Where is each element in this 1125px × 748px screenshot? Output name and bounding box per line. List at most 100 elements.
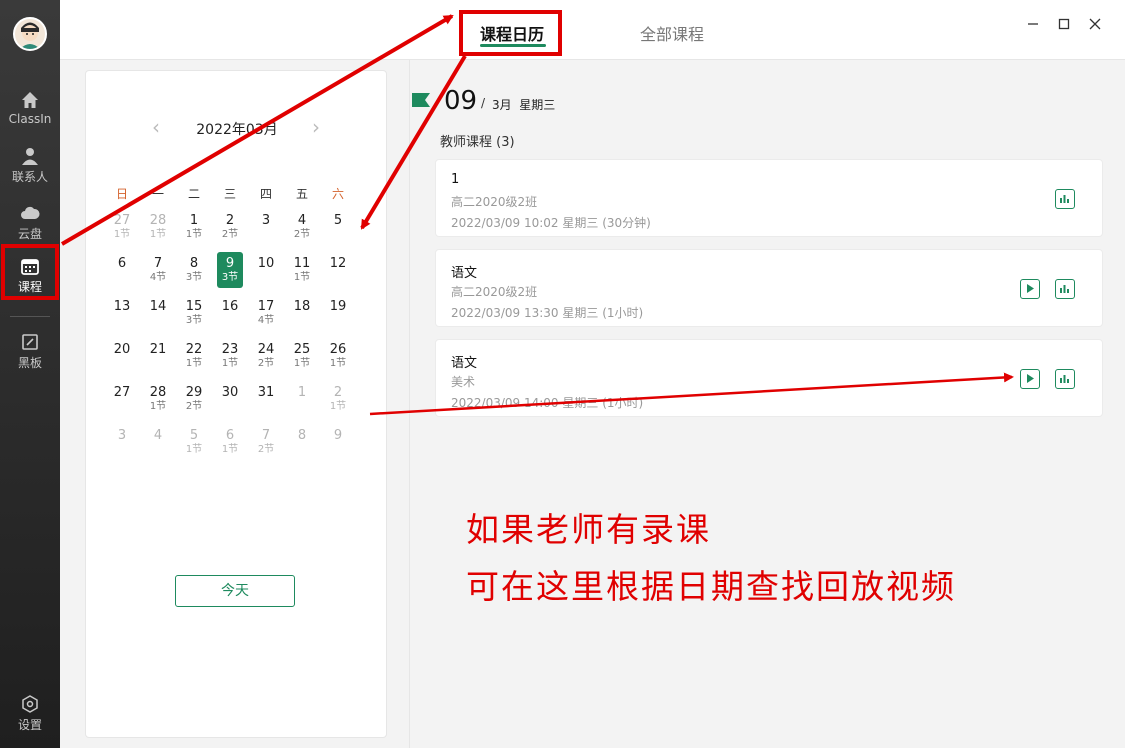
sidebar-item-blackboard[interactable]: 黑板	[0, 326, 60, 376]
calendar-day[interactable]: 8 3节	[181, 252, 207, 288]
calendar-day[interactable]: 5	[325, 209, 351, 245]
calendar-day[interactable]: 28 1节	[145, 209, 171, 245]
lesson-count: 1节	[329, 358, 347, 369]
stats-button[interactable]	[1055, 279, 1075, 299]
day-number: 7	[153, 256, 163, 271]
day-number: 17	[257, 299, 275, 314]
day-number: 9	[333, 428, 343, 443]
calendar-day[interactable]: 22 1节	[181, 338, 207, 374]
tab-course-calendar[interactable]: 课程日历	[480, 21, 544, 45]
day-number: 8	[189, 256, 199, 271]
lesson-count: 1节	[185, 444, 203, 455]
calendar-day[interactable]: 15 3节	[181, 295, 207, 331]
lesson-count: 4节	[257, 315, 275, 326]
calendar-day[interactable]: 12	[325, 252, 351, 288]
calendar-day[interactable]: 7 2节	[253, 424, 279, 460]
close-icon[interactable]	[1085, 14, 1105, 34]
day-number: 7	[261, 428, 271, 443]
calendar-day[interactable]: 6	[109, 252, 135, 288]
calendar-day[interactable]: 4 2节	[289, 209, 315, 245]
course-class: 高二2020级2班	[451, 195, 538, 209]
day-number: 28	[149, 213, 167, 228]
bar-chart-icon	[1060, 195, 1069, 203]
calendar-day[interactable]: 7 4节	[145, 252, 171, 288]
calendar-day[interactable]: 13	[109, 295, 135, 331]
calendar-day[interactable]: 30	[217, 381, 243, 417]
calendar-day[interactable]: 1	[289, 381, 315, 417]
day-number: 26	[329, 342, 347, 357]
calendar-day[interactable]: 29 2节	[181, 381, 207, 417]
stats-button[interactable]	[1055, 189, 1075, 209]
day-number: 1	[189, 213, 199, 228]
calendar-day[interactable]: 2 1节	[325, 381, 351, 417]
panel-divider	[409, 60, 410, 748]
sidebar-item-classin[interactable]: ClassIn	[0, 84, 60, 134]
course-title: 语文	[451, 356, 478, 371]
sidebar-item-cloud[interactable]: 云盘	[0, 197, 60, 247]
sidebar-item-course[interactable]: 课程	[0, 250, 60, 300]
day-number: 15	[185, 299, 203, 314]
calendar-day[interactable]: 24 2节	[253, 338, 279, 374]
day-number: 22	[185, 342, 203, 357]
course-card[interactable]: 语文 高二2020级2班 2022/03/09 13:30 星期三 (1小时)	[435, 249, 1103, 327]
sidebar: ClassIn 联系人 云盘 课程 黑板 设置	[0, 0, 60, 748]
section-title: 教师课程 (3)	[440, 135, 515, 150]
calendar-day[interactable]: 27	[109, 381, 135, 417]
day-number: 4	[153, 428, 163, 443]
calendar-day[interactable]: 23 1节	[217, 338, 243, 374]
calendar-day-selected[interactable]: 9 3节	[217, 252, 243, 288]
sidebar-item-settings[interactable]: 设置	[0, 688, 60, 738]
course-card[interactable]: 1 高二2020级2班 2022/03/09 10:02 星期三 (30分钟)	[435, 159, 1103, 237]
play-icon	[1027, 284, 1034, 293]
calendar-day[interactable]: 18	[289, 295, 315, 331]
cloud-icon	[21, 206, 40, 219]
day-number: 3	[117, 428, 127, 443]
calendar-day[interactable]: 27 1节	[109, 209, 135, 245]
calendar-day[interactable]: 5 1节	[181, 424, 207, 460]
calendar-day[interactable]: 21	[145, 338, 171, 374]
calendar-day[interactable]: 16	[217, 295, 243, 331]
playback-button[interactable]	[1020, 279, 1040, 299]
calendar-day[interactable]: 20	[109, 338, 135, 374]
stats-button[interactable]	[1055, 369, 1075, 389]
calendar-day[interactable]: 19	[325, 295, 351, 331]
calendar-day[interactable]: 8	[289, 424, 315, 460]
calendar-day[interactable]: 3	[109, 424, 135, 460]
weekday-label: 三	[223, 187, 236, 201]
sidebar-divider	[10, 316, 50, 317]
tab-all-courses[interactable]: 全部课程	[640, 21, 704, 45]
course-card[interactable]: 语文 美术 2022/03/09 14:00 星期三 (1小时)	[435, 339, 1103, 417]
flag-icon	[412, 93, 430, 107]
lesson-count: 3节	[221, 272, 239, 283]
calendar-day[interactable]: 1 1节	[181, 209, 207, 245]
calendar-day[interactable]: 31	[253, 381, 279, 417]
calendar-day[interactable]: 11 1节	[289, 252, 315, 288]
user-avatar[interactable]	[13, 17, 47, 51]
weekday-label: 日	[115, 187, 128, 201]
maximize-icon[interactable]	[1054, 14, 1074, 34]
bar-chart-icon	[1060, 375, 1069, 383]
calendar-day[interactable]: 28 1节	[145, 381, 171, 417]
playback-button[interactable]	[1020, 369, 1040, 389]
sidebar-item-contacts[interactable]: 联系人	[0, 140, 60, 190]
calendar-day[interactable]: 10	[253, 252, 279, 288]
settings-icon	[22, 695, 38, 713]
day-number: 24	[257, 342, 275, 357]
calendar-day[interactable]: 25 1节	[289, 338, 315, 374]
today-button[interactable]: 今天	[175, 575, 295, 607]
calendar-day[interactable]: 3	[253, 209, 279, 245]
lesson-count: 1节	[149, 401, 167, 412]
day-number: 12	[329, 256, 347, 271]
day-number: 4	[297, 213, 307, 228]
minimize-icon[interactable]	[1023, 14, 1043, 34]
calendar-day[interactable]: 26 1节	[325, 338, 351, 374]
day-number: 18	[293, 299, 311, 314]
calendar-day[interactable]: 4	[145, 424, 171, 460]
next-month-icon[interactable]: ›	[306, 115, 326, 139]
calendar-day[interactable]: 6 1节	[217, 424, 243, 460]
lesson-count: 3节	[185, 272, 203, 283]
calendar-day[interactable]: 2 2节	[217, 209, 243, 245]
calendar-day[interactable]: 9	[325, 424, 351, 460]
calendar-day[interactable]: 14	[145, 295, 171, 331]
calendar-day[interactable]: 17 4节	[253, 295, 279, 331]
